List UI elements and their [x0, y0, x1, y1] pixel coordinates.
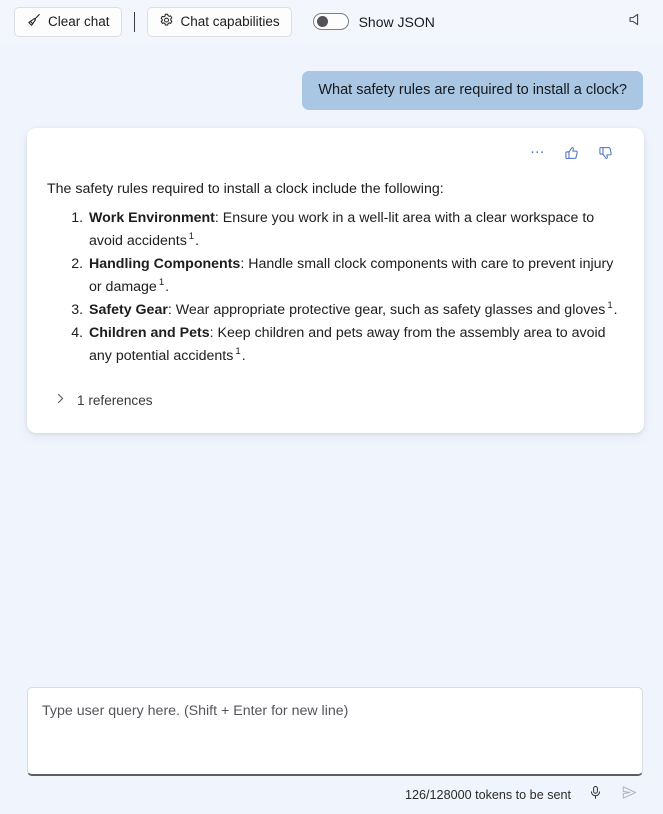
show-json-toggle[interactable] [312, 13, 349, 30]
chevron-right-icon [54, 390, 67, 413]
microphone-button[interactable] [585, 785, 605, 805]
list-item: Handling Components: Handle small clock … [87, 253, 624, 299]
assistant-body: The safety rules required to install a c… [47, 164, 624, 413]
show-json-label: Show JSON [358, 13, 435, 30]
reference-marker[interactable]: 1 [187, 231, 195, 242]
chat-capabilities-button[interactable]: Chat capabilities [146, 6, 292, 37]
safety-rules-list: Work Environment: Ensure you work in a w… [47, 207, 624, 368]
token-count-label: 126/128000 tokens to be sent [405, 788, 571, 802]
speaker-mute-button[interactable] [621, 8, 649, 36]
chat-capabilities-label: Chat capabilities [180, 14, 280, 29]
rule-separator: : [167, 301, 176, 318]
toolbar-divider [133, 11, 135, 32]
rule-term: Work Environment [89, 209, 215, 226]
clear-chat-label: Clear chat [48, 14, 110, 29]
thumbs-down-icon[interactable] [596, 143, 616, 163]
assistant-actions: … [47, 139, 624, 166]
send-button[interactable] [619, 785, 639, 805]
list-item: Safety Gear: Wear appropriate protective… [87, 299, 624, 322]
assistant-response-card: … The safety rules required to install a… [27, 127, 644, 433]
broom-icon [26, 13, 41, 31]
rule-term: Safety Gear [89, 301, 168, 318]
references-toggle[interactable]: 1 references [47, 390, 153, 413]
send-icon [621, 784, 638, 806]
references-label: 1 references [77, 393, 153, 409]
rule-tail: . [165, 278, 170, 295]
rule-tail: . [241, 347, 246, 364]
rule-term: Children and Pets [89, 324, 210, 341]
reference-marker[interactable]: 1 [157, 277, 165, 288]
rule-separator: : [209, 324, 218, 341]
clear-chat-button[interactable]: Clear chat [14, 6, 122, 37]
list-item: Children and Pets: Keep children and pet… [87, 322, 624, 368]
user-message-row: What safety rules are required to instal… [0, 43, 663, 110]
ellipsis-icon[interactable]: … [528, 139, 548, 166]
rule-tail: . [195, 232, 200, 249]
rule-tail: . [613, 301, 618, 318]
gear-icon [159, 13, 174, 31]
user-message-bubble: What safety rules are required to instal… [302, 71, 643, 110]
rule-term: Handling Components [89, 255, 241, 272]
reference-marker[interactable]: 1 [233, 346, 241, 357]
conversation-area: What safety rules are required to instal… [0, 43, 663, 673]
composer-box[interactable] [27, 687, 643, 776]
composer-footer: 126/128000 tokens to be sent [0, 780, 663, 810]
top-toolbar: Clear chat Chat capabilities Show JSON [0, 0, 663, 43]
list-item: Work Environment: Ensure you work in a w… [87, 207, 624, 253]
microphone-icon [588, 785, 603, 805]
query-input[interactable] [28, 688, 642, 774]
thumbs-up-icon[interactable] [562, 143, 582, 163]
rule-separator: : [214, 209, 223, 226]
assistant-intro: The safety rules required to install a c… [47, 180, 444, 197]
toggle-knob [316, 16, 328, 27]
reference-marker[interactable]: 1 [605, 300, 613, 311]
speaker-mute-icon [627, 11, 644, 33]
rule-text: Wear appropriate protective gear, such a… [175, 301, 606, 318]
